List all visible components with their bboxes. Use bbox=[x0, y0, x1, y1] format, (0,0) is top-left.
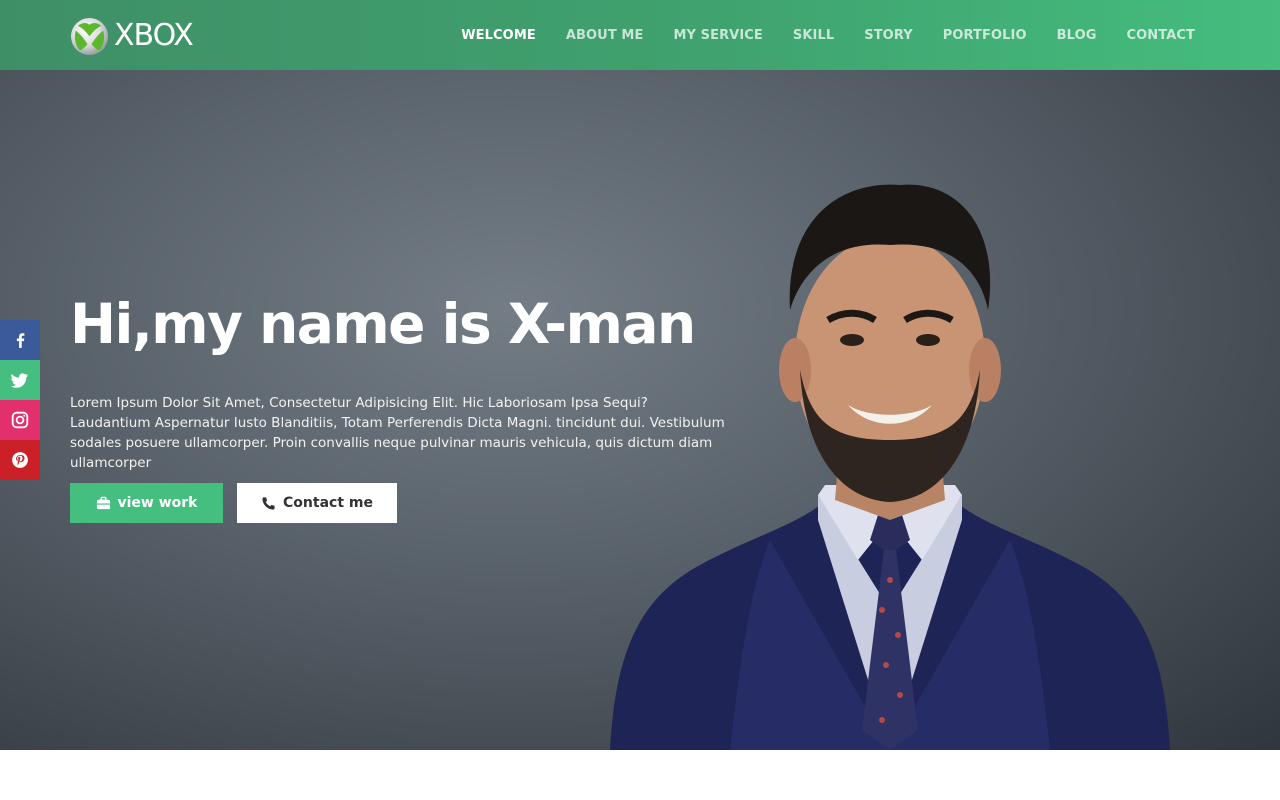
hero-section: Hi,my name is X-man Lorem Ipsum Dolor Si… bbox=[0, 70, 1280, 750]
view-work-button[interactable]: view work bbox=[70, 483, 223, 523]
nav-item-blog[interactable]: BLOG bbox=[1057, 28, 1097, 43]
xbox-sphere-icon bbox=[70, 17, 109, 55]
nav-item-welcome[interactable]: WELCOME bbox=[461, 28, 536, 43]
briefcase-icon bbox=[96, 496, 110, 509]
social-sidebar bbox=[0, 320, 40, 480]
contact-me-label: Contact me bbox=[283, 495, 373, 511]
nav-item-my-service[interactable]: MY SERVICE bbox=[673, 28, 762, 43]
nav-item-contact[interactable]: CONTACT bbox=[1127, 28, 1196, 43]
facebook-link[interactable] bbox=[0, 320, 40, 360]
pinterest-link[interactable] bbox=[0, 440, 40, 480]
twitter-icon bbox=[11, 373, 28, 388]
view-work-label: view work bbox=[117, 495, 198, 511]
hero-description: Lorem Ipsum Dolor Sit Amet, Consectetur … bbox=[70, 395, 725, 471]
logo-text: XBOX bbox=[114, 18, 194, 53]
nav-item-portfolio[interactable]: PORTFOLIO bbox=[943, 28, 1027, 43]
nav-item-story[interactable]: STORY bbox=[864, 28, 913, 43]
site-header: XBOX WELCOME ABOUT ME MY SERVICE SKILL S… bbox=[0, 0, 1280, 70]
instagram-link[interactable] bbox=[0, 400, 40, 440]
facebook-icon bbox=[16, 333, 25, 348]
nav-item-about-me[interactable]: ABOUT ME bbox=[566, 28, 644, 43]
pinterest-icon bbox=[12, 452, 28, 468]
phone-icon bbox=[262, 496, 275, 510]
instagram-icon bbox=[11, 411, 29, 429]
twitter-link[interactable] bbox=[0, 360, 40, 400]
contact-me-button[interactable]: Contact me bbox=[237, 483, 397, 523]
main-nav: WELCOME ABOUT ME MY SERVICE SKILL STORY … bbox=[431, 0, 1195, 70]
nav-item-skill[interactable]: SKILL bbox=[793, 28, 834, 43]
brand-logo[interactable]: XBOX bbox=[70, 16, 194, 56]
hero-title: Hi,my name is X-man bbox=[70, 292, 696, 356]
